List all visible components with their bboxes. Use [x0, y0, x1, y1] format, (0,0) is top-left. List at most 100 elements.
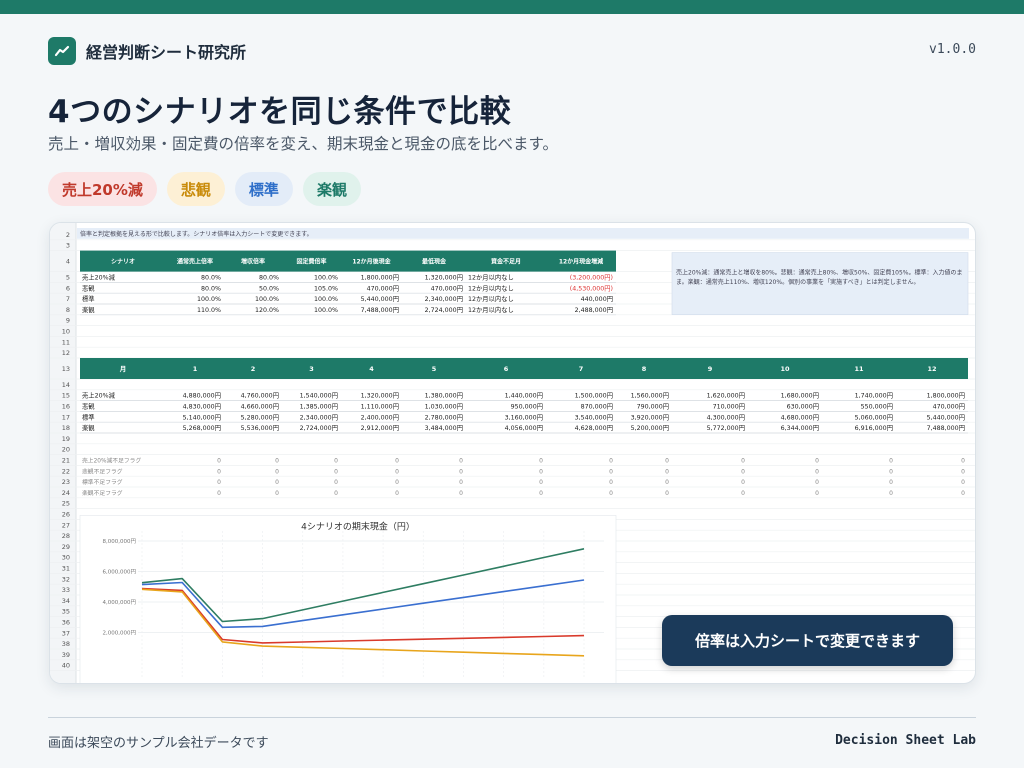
chart-ytick-label: 4,000,000円 — [103, 599, 137, 606]
monthly-cell-value: 2,780,000円 — [425, 413, 463, 421]
monthly-cell-value: 870,000円 — [581, 403, 613, 411]
monthly-cell-value: 5,060,000円 — [855, 413, 893, 421]
summary-cell-value: 2,340,000円 — [425, 295, 463, 303]
row-number: 36 — [62, 619, 70, 627]
row-number: 16 — [62, 403, 70, 411]
flag-cell-value: 0 — [459, 458, 463, 465]
monthly-cell-value: 1,440,000円 — [505, 392, 543, 400]
monthly-cell-value: 4,760,000円 — [241, 392, 279, 400]
flag-cell-value: 0 — [815, 479, 819, 486]
monthly-header-month: 6 — [504, 365, 509, 373]
chart-title: 4シナリオの期末現金（円） — [301, 520, 415, 532]
flag-cell-value: 0 — [334, 468, 338, 475]
flag-cell-value: 0 — [459, 479, 463, 486]
summary-cell-value: 80.0% — [259, 275, 279, 282]
summary-cell-scenario: 売上20%減 — [82, 273, 116, 282]
summary-cell-value: 80.0% — [201, 285, 221, 292]
monthly-cell-value: 790,000円 — [637, 403, 669, 411]
flag-cell-value: 0 — [889, 490, 893, 497]
monthly-cell-value: 4,880,000円 — [183, 392, 221, 400]
flag-cell-value: 0 — [815, 458, 819, 465]
flag-cell-value: 0 — [609, 490, 613, 497]
row-number: 18 — [62, 424, 70, 432]
monthly-row-label: 悲観 — [82, 402, 95, 411]
chip-pessimistic[interactable]: 悲観 — [166, 172, 225, 206]
summary-cell-shortage: 12か月以内なし — [468, 294, 514, 303]
row-number: 23 — [62, 478, 70, 486]
monthly-header-month: 9 — [708, 365, 713, 373]
footer-brand: Decision Sheet Lab — [835, 733, 976, 748]
flag-cell-value: 0 — [539, 468, 543, 475]
row-number: 38 — [62, 640, 70, 648]
monthly-header-month: 7 — [579, 365, 584, 373]
monthly-cell-value: 3,920,000円 — [631, 413, 669, 421]
monthly-cell-value: 2,912,000円 — [361, 424, 399, 432]
monthly-cell-value: 2,340,000円 — [300, 413, 338, 421]
monthly-cell-value: 1,385,000円 — [300, 403, 338, 411]
row-number: 3 — [66, 242, 70, 250]
summary-cell-shortage: 12か月以内なし — [468, 273, 514, 282]
row-number: 10 — [62, 328, 70, 336]
monthly-cell-value: 3,540,000円 — [575, 413, 613, 421]
monthly-cell-value: 5,268,000円 — [183, 424, 221, 432]
monthly-cell-value: 5,200,000円 — [631, 424, 669, 432]
monthly-cell-value: 5,140,000円 — [183, 413, 221, 421]
chip-sales-down[interactable]: 売上20%減 — [48, 172, 157, 206]
summary-cell-value: 2,488,000円 — [575, 306, 613, 314]
monthly-header-bg — [80, 358, 968, 379]
row-number: 20 — [62, 446, 70, 454]
flag-cell-value: 0 — [741, 479, 745, 486]
chart-ytick-label: 8,000,000円 — [103, 538, 137, 545]
monthly-header-month: 10 — [780, 365, 790, 373]
summary-cell-value: (3,200,000円) — [570, 274, 613, 282]
row-number: 9 — [66, 317, 70, 325]
chip-standard[interactable]: 標準 — [234, 172, 293, 206]
summary-cell-value: 1,800,000円 — [361, 274, 399, 282]
monthly-cell-value: 710,000円 — [713, 403, 745, 411]
scenario-note-line: ま。楽観：通常売上110%、増収120%。個別の事業を「実施すべき」とは判定しま… — [676, 278, 919, 286]
page-subtitle: 売上・増収効果・固定費の倍率を変え、期末現金と現金の底を比べます。 — [48, 135, 558, 153]
monthly-row-label: 楽観 — [82, 423, 95, 432]
flag-cell-value: 0 — [539, 490, 543, 497]
monthly-cell-value: 1,110,000円 — [361, 403, 399, 411]
monthly-header-month: 2 — [251, 365, 256, 373]
monthly-cell-value: 950,000円 — [511, 403, 543, 411]
row-number: 34 — [62, 597, 70, 605]
summary-cell-value: 100.0% — [255, 296, 279, 303]
row-number: 29 — [62, 543, 70, 551]
flag-cell-value: 0 — [275, 468, 279, 475]
flag-cell-value: 0 — [889, 458, 893, 465]
flag-cell-value: 0 — [665, 479, 669, 486]
summary-cell-value: 105.0% — [314, 285, 338, 292]
summary-cell-shortage: 12か月以内なし — [468, 305, 514, 314]
flag-cell-value: 0 — [217, 479, 221, 486]
flag-cell-value: 0 — [741, 458, 745, 465]
monthly-cell-value: 4,660,000円 — [241, 403, 279, 411]
flag-cell-value: 0 — [665, 468, 669, 475]
monthly-cell-value: 1,030,000円 — [425, 403, 463, 411]
monthly-cell-value: 630,000円 — [787, 403, 819, 411]
summary-header-cell: 固定費倍率 — [296, 258, 326, 266]
flag-cell-value: 0 — [609, 468, 613, 475]
summary-cell-value: 50.0% — [259, 285, 279, 292]
note-row-text: 倍率と判定根拠を見える形で比較します。シナリオ倍率は入力シートで変更できます。 — [80, 230, 313, 238]
monthly-cell-value: 550,000円 — [861, 403, 893, 411]
summary-cell-value: 100.0% — [314, 275, 338, 282]
summary-cell-scenario: 楽観 — [82, 305, 95, 314]
monthly-cell-value: 1,800,000円 — [927, 392, 965, 400]
callout-banner: 倍率は入力シートで変更できます — [662, 615, 953, 666]
monthly-header-label: 月 — [119, 365, 127, 373]
row-number: 19 — [62, 435, 70, 443]
monthly-cell-value: 3,160,000円 — [505, 413, 543, 421]
summary-header-bg — [80, 250, 616, 272]
monthly-row-label: 標準 — [82, 412, 95, 421]
flag-cell-value: 0 — [217, 490, 221, 497]
row-number: 22 — [62, 467, 70, 475]
flag-cell-value: 0 — [961, 490, 965, 497]
logo-icon — [48, 37, 76, 65]
chip-optimistic[interactable]: 楽観 — [302, 172, 361, 206]
footer-note: 画面は架空のサンプル会社データです — [48, 736, 269, 751]
brand-name: 経営判断シート研究所 — [86, 43, 247, 62]
row-number: 8 — [66, 306, 70, 314]
monthly-cell-value: 1,560,000円 — [631, 392, 669, 400]
